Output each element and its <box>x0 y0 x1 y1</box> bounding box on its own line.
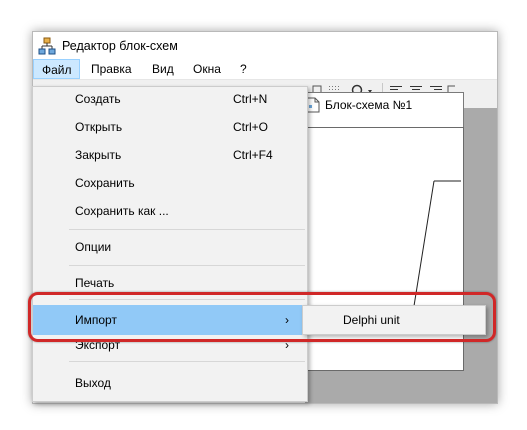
window-title: Редактор блок-схем <box>62 38 178 53</box>
menu-item-create[interactable]: Создать Ctrl+N <box>33 87 307 111</box>
menu-item-label: Открыть <box>75 120 123 134</box>
menu-item-shortcut: Ctrl+O <box>233 120 269 134</box>
menu-item-label: Опции <box>75 240 112 254</box>
menu-separator <box>69 265 305 266</box>
menu-item-shortcut: Ctrl+N <box>233 92 268 106</box>
menu-item-label: Сохранить <box>75 176 135 190</box>
menu-help[interactable]: ? <box>240 59 247 79</box>
menu-file[interactable]: Файл <box>33 59 80 79</box>
menu-item-shortcut: Ctrl+F4 <box>233 148 273 162</box>
child-window-title: Блок-схема №1 <box>325 98 413 112</box>
menu-item-close[interactable]: Закрыть Ctrl+F4 <box>33 143 307 167</box>
menu-item-label: Создать <box>75 92 121 106</box>
menu-view[interactable]: Вид <box>152 59 174 79</box>
menu-item-exit[interactable]: Выход <box>33 371 307 395</box>
menu-item-label: Сохранить как ... <box>75 204 169 218</box>
title-bar: Редактор блок-схем <box>33 32 497 59</box>
menu-separator <box>69 229 305 230</box>
flowchart-app-icon <box>38 37 56 54</box>
menu-item-label: Выход <box>75 376 111 390</box>
menu-item-save[interactable]: Сохранить <box>33 171 307 195</box>
callout-highlight-frame <box>28 292 496 342</box>
child-title-bar: Блок-схема №1 <box>297 93 463 117</box>
document-icon <box>306 97 320 113</box>
menu-edit[interactable]: Правка <box>91 59 132 79</box>
menu-item-save-as[interactable]: Сохранить как ... <box>33 199 307 223</box>
menu-item-label: Закрыть <box>75 148 122 162</box>
menu-item-options[interactable]: Опции <box>33 235 307 259</box>
file-menu-dropdown: Создать Ctrl+N Открыть Ctrl+O Закрыть Ct… <box>32 86 308 402</box>
menu-bar: Файл Правка Вид Окна ? <box>33 59 497 80</box>
menu-separator <box>69 361 305 362</box>
menu-windows[interactable]: Окна <box>193 59 221 79</box>
menu-item-open[interactable]: Открыть Ctrl+O <box>33 115 307 139</box>
